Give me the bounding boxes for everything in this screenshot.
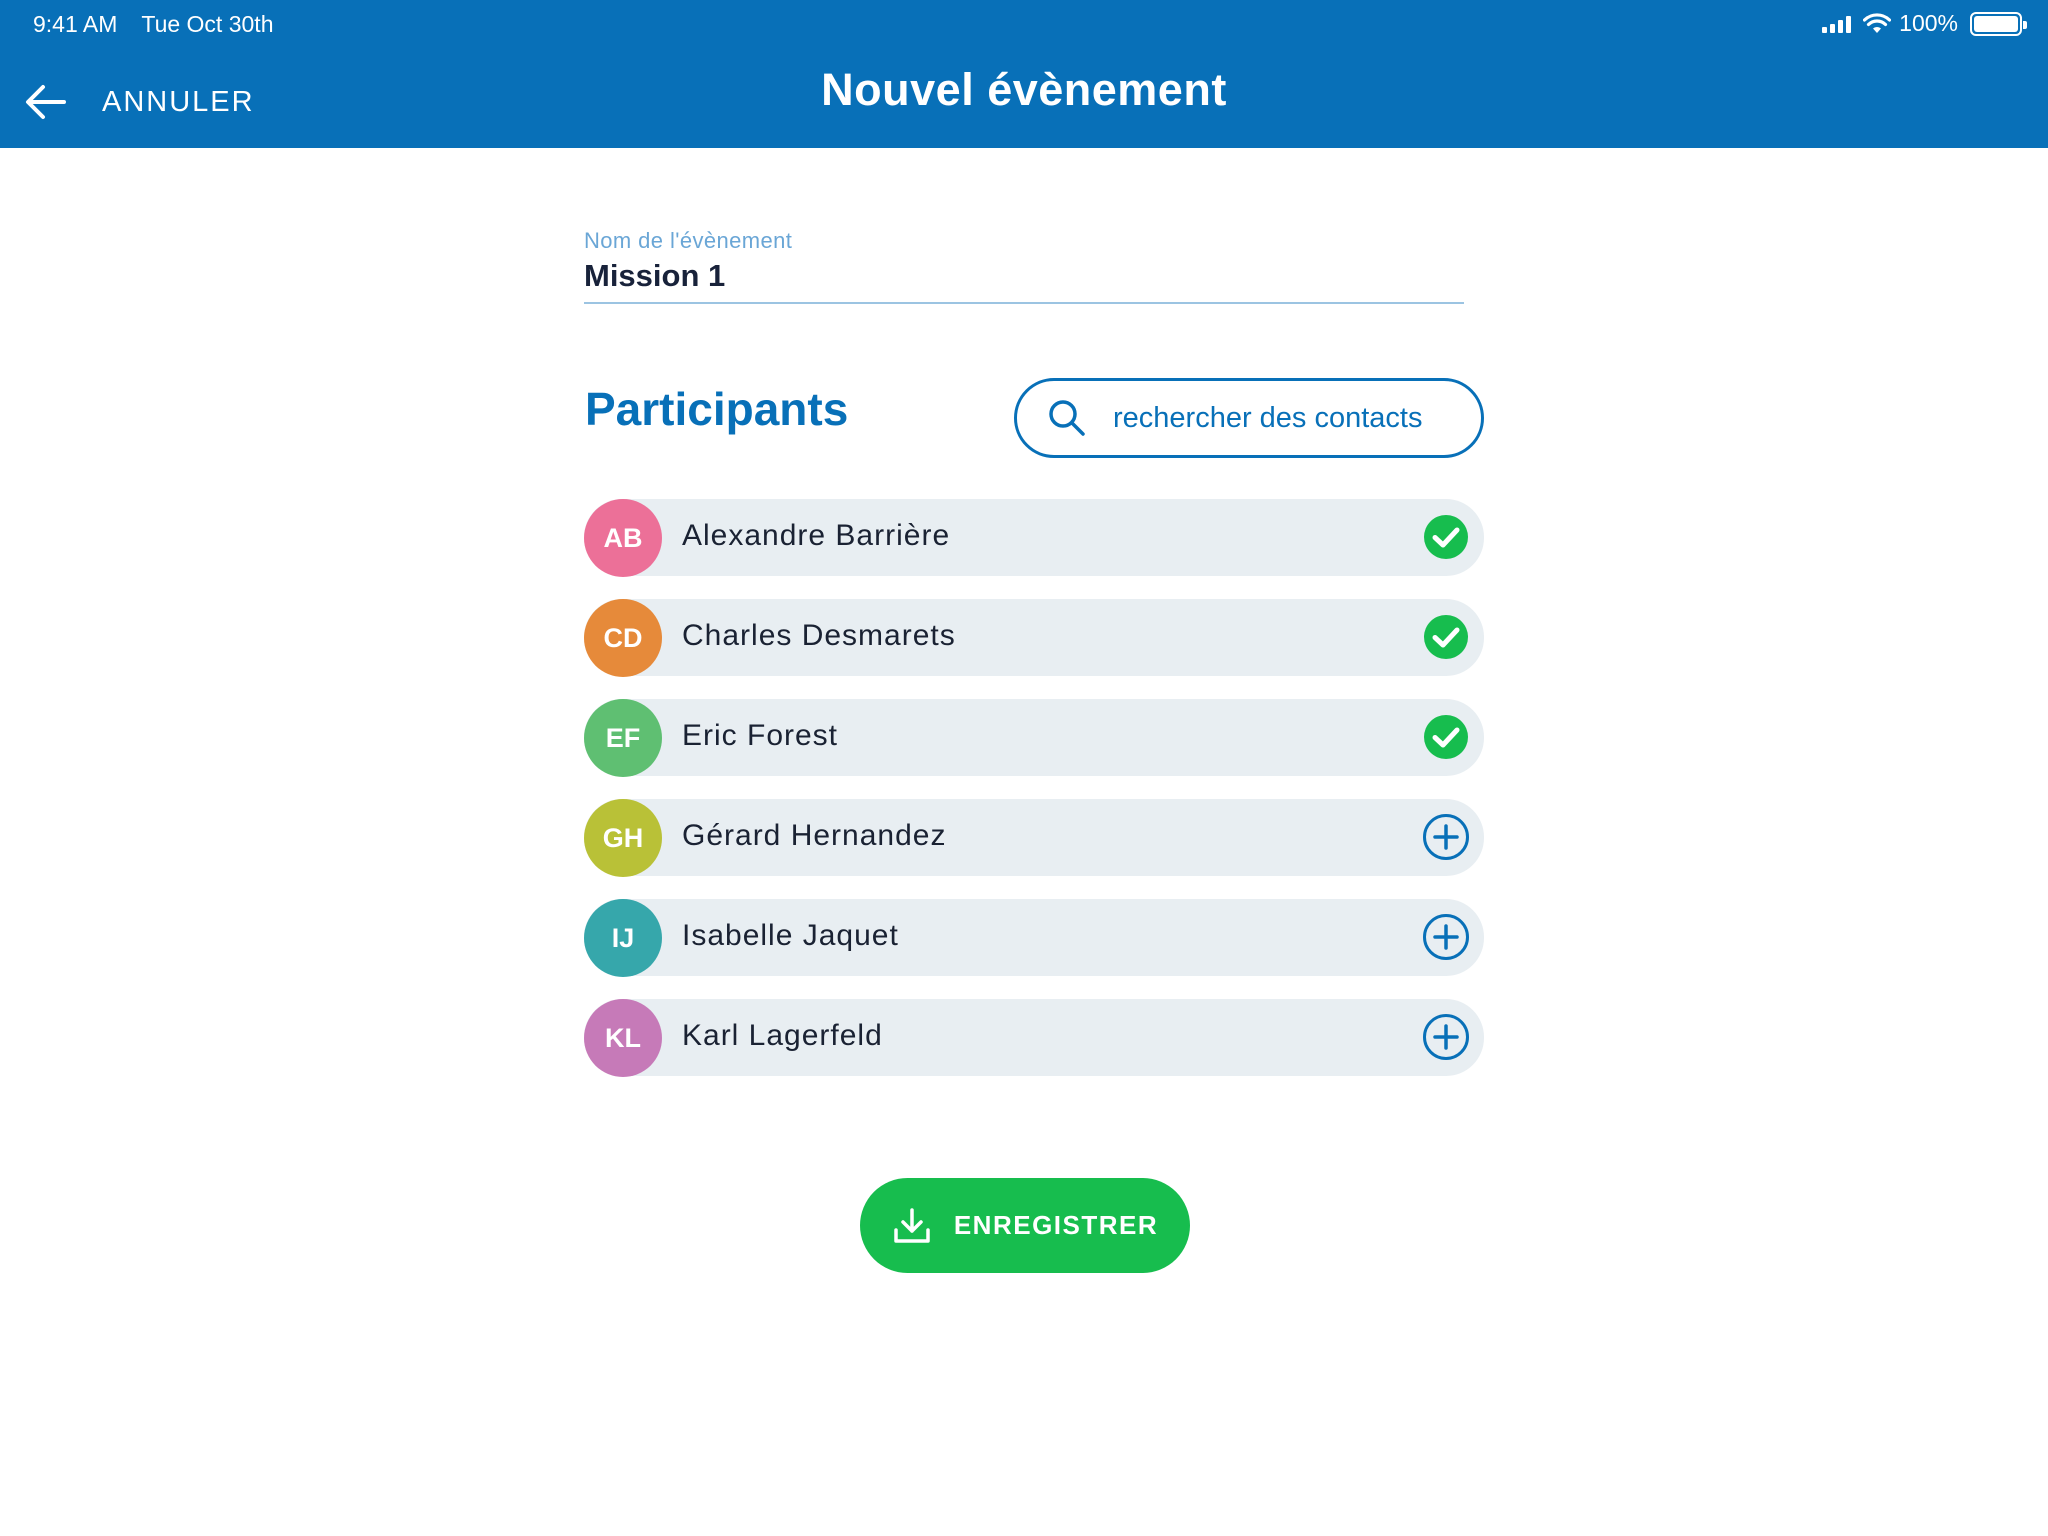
- avatar: IJ: [584, 899, 662, 977]
- page-title: Nouvel évènement: [821, 64, 1227, 115]
- save-label: ENREGISTRER: [953, 1210, 1159, 1240]
- cellular-signal-icon: [1822, 15, 1852, 33]
- participant-name: Isabelle Jaquet: [682, 919, 899, 952]
- participant-row[interactable]: KL Karl Lagerfeld: [584, 999, 1484, 1077]
- search-contacts-button[interactable]: rechercher des contacts: [1014, 378, 1484, 458]
- participant-name: Karl Lagerfeld: [682, 1019, 883, 1052]
- check-icon[interactable]: [1422, 513, 1470, 561]
- wifi-icon: [1863, 12, 1892, 33]
- check-icon[interactable]: [1422, 713, 1470, 761]
- add-icon[interactable]: [1422, 1013, 1470, 1061]
- avatar: EF: [584, 699, 662, 777]
- search-icon: [1049, 400, 1085, 436]
- event-name-field: Nom de l'évènement: [584, 228, 1464, 304]
- battery-percentage: 100%: [1899, 10, 1958, 36]
- search-contacts-label: rechercher des contacts: [1113, 401, 1423, 434]
- participant-name: Charles Desmarets: [682, 619, 956, 652]
- participant-row[interactable]: AB Alexandre Barrière: [584, 499, 1484, 577]
- avatar: KL: [584, 999, 662, 1077]
- avatar: AB: [584, 499, 662, 577]
- check-icon[interactable]: [1422, 613, 1470, 661]
- participant-name: Eric Forest: [682, 719, 839, 752]
- status-bar: 9:41 AM Tue Oct 30th 100%: [0, 0, 2048, 48]
- participant-row[interactable]: GH Gérard Hernandez: [584, 799, 1484, 877]
- avatar: CD: [584, 599, 662, 677]
- battery-icon: [1970, 11, 2027, 36]
- add-icon[interactable]: [1422, 913, 1470, 961]
- participant-row[interactable]: IJ Isabelle Jaquet: [584, 899, 1484, 977]
- participant-name: Gérard Hernandez: [682, 819, 947, 852]
- status-date: Tue Oct 30th: [141, 11, 274, 37]
- participant-row[interactable]: CD Charles Desmarets: [584, 599, 1484, 677]
- participant-name: Alexandre Barrière: [682, 519, 951, 552]
- event-name-input[interactable]: [584, 258, 1464, 294]
- avatar: GH: [584, 799, 662, 877]
- participants-title: Participants: [585, 383, 849, 435]
- save-button[interactable]: ENREGISTRER: [860, 1178, 1190, 1273]
- event-name-label: Nom de l'évènement: [584, 228, 793, 253]
- status-time: 9:41 AM: [33, 11, 118, 37]
- download-icon: [894, 1207, 930, 1243]
- app-header: 9:41 AM Tue Oct 30th 100% ANNULER Nouvel…: [0, 0, 2048, 148]
- add-icon[interactable]: [1422, 813, 1470, 861]
- participant-row[interactable]: EF Eric Forest: [584, 699, 1484, 777]
- participant-list: AB Alexandre Barrière CD Charles Desmarets E…: [584, 499, 1484, 1099]
